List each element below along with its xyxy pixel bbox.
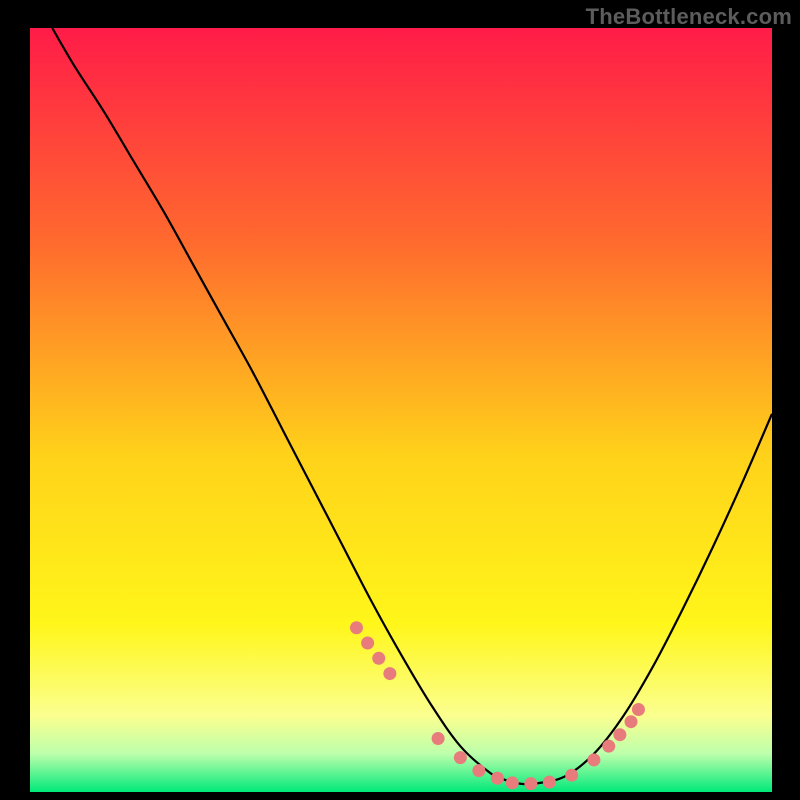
plot-frame bbox=[30, 28, 772, 792]
bottleneck-chart bbox=[30, 28, 772, 792]
highlight-marker bbox=[432, 732, 445, 745]
highlight-marker bbox=[587, 753, 600, 766]
highlight-marker bbox=[543, 776, 556, 789]
highlight-marker bbox=[491, 772, 504, 785]
highlight-marker bbox=[625, 715, 638, 728]
watermark-text: TheBottleneck.com bbox=[586, 4, 792, 30]
highlight-marker bbox=[506, 776, 519, 789]
highlight-marker bbox=[632, 703, 645, 716]
highlight-marker bbox=[524, 777, 537, 790]
highlight-marker bbox=[372, 652, 385, 665]
highlight-marker bbox=[565, 769, 578, 782]
highlight-marker bbox=[350, 621, 363, 634]
chart-container: TheBottleneck.com bbox=[0, 0, 800, 800]
highlight-marker bbox=[472, 764, 485, 777]
highlight-marker bbox=[454, 751, 467, 764]
highlight-marker bbox=[361, 637, 374, 650]
highlight-marker bbox=[383, 667, 396, 680]
highlight-marker bbox=[602, 740, 615, 753]
gradient-background bbox=[30, 28, 772, 792]
highlight-marker bbox=[613, 728, 626, 741]
